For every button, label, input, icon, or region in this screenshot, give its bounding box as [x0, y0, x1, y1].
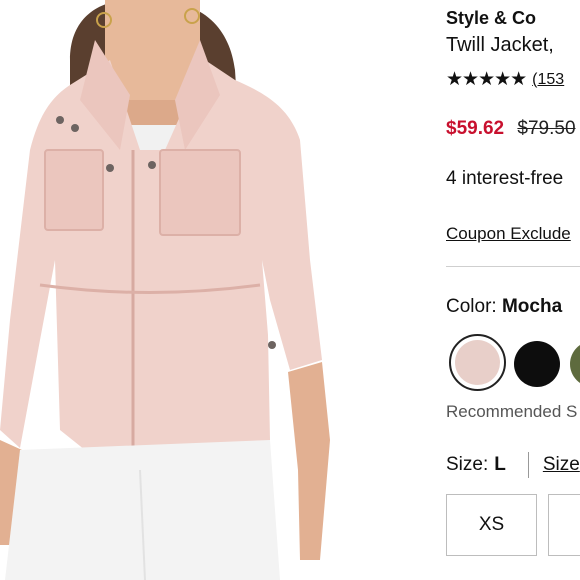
sale-price: $59.62 [446, 118, 505, 139]
color-label-row: Color: Mocha [446, 296, 562, 318]
color-label: Color: [446, 296, 497, 317]
size-guide-link[interactable]: Size [543, 454, 580, 476]
size-label-row: Size: L Size [446, 452, 580, 478]
review-count-link[interactable]: (153 [532, 71, 564, 89]
product-info-panel: Style & Co Twill Jacket, ★★★★★ (153 $59.… [446, 0, 580, 580]
price-row: $59.62 $79.50 [446, 118, 576, 140]
divider [446, 266, 580, 267]
selected-color-name: Mocha [501, 296, 563, 317]
color-swatches [446, 333, 580, 391]
installment-text: 4 interest-free [446, 168, 564, 189]
product-image [0, 0, 420, 580]
black-swatch[interactable] [514, 341, 560, 387]
brand-name[interactable]: Style & Co [446, 8, 536, 29]
product-photo[interactable] [0, 0, 420, 580]
rating-row[interactable]: ★★★★★ (153 [446, 68, 564, 91]
size-option-next[interactable] [548, 494, 580, 556]
olive-swatch[interactable] [570, 341, 580, 387]
star-rating-icon: ★★★★★ [446, 69, 527, 90]
size-label: Size: [446, 454, 489, 475]
size-separator [527, 452, 529, 478]
original-price: $79.50 [517, 118, 576, 139]
product-title: Twill Jacket, [446, 34, 554, 56]
blush-swatch[interactable] [455, 340, 500, 385]
recommended-size-text: Recommended S [446, 402, 578, 421]
selected-size: L [494, 454, 506, 475]
size-option-xs[interactable]: XS [446, 494, 537, 556]
coupon-exclusions-link[interactable]: Coupon Exclude [446, 224, 571, 244]
